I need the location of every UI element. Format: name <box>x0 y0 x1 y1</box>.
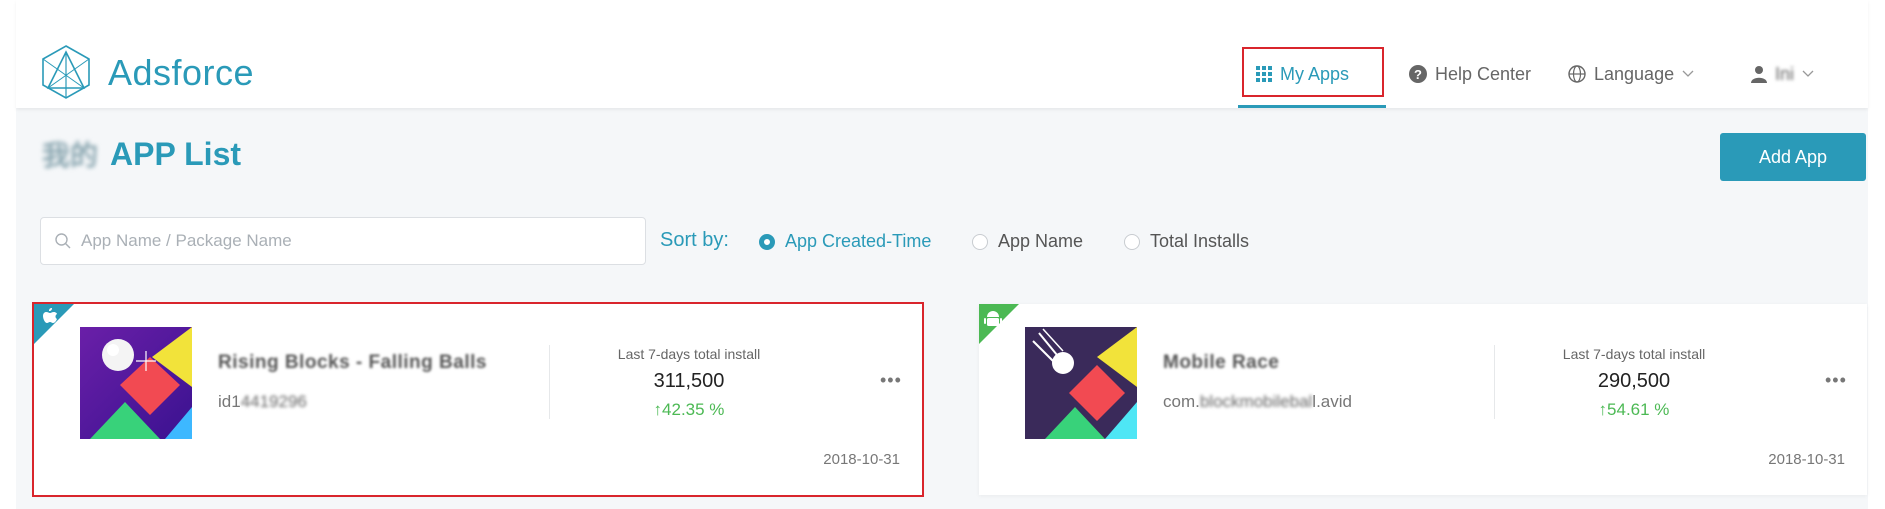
page-title-text: APP List <box>110 135 242 172</box>
nav-language[interactable]: Language <box>1568 60 1694 88</box>
app-card[interactable]: Mobile Race com.blockmobileball.avid Las… <box>979 304 1867 495</box>
growth-indicator: ↑54.61 % <box>1554 400 1714 420</box>
active-tab-underline <box>1238 105 1386 108</box>
user-name: Ini <box>1775 63 1795 84</box>
sort-option-label: App Name <box>998 231 1084 251</box>
brand-name[interactable]: Adsforce <box>108 52 254 94</box>
sort-option-total-installs[interactable]: Total Installs <box>1124 231 1249 252</box>
radio-unselected-icon <box>972 233 988 250</box>
app-name[interactable]: Rising Blocks - Falling Balls <box>218 352 487 374</box>
add-app-button[interactable]: Add App <box>1720 133 1866 181</box>
search-box[interactable] <box>40 217 646 265</box>
user-icon <box>1751 66 1767 83</box>
app-id: com.blockmobileball.avid <box>1163 392 1352 412</box>
nav-my-apps[interactable]: My Apps <box>1256 60 1349 88</box>
created-date: 2018-10-31 <box>823 451 900 468</box>
page-title-prefix: 我的 <box>42 140 99 171</box>
page-title: 我的 APP List <box>42 134 241 174</box>
nav-my-apps-label: My Apps <box>1280 63 1350 84</box>
grid-icon <box>1256 66 1272 82</box>
nav-language-label: Language <box>1594 63 1675 84</box>
android-platform-icon <box>979 304 1019 344</box>
sort-option-created-time[interactable]: App Created-Time <box>759 231 931 252</box>
question-circle-icon: ? <box>1409 65 1427 83</box>
app-id-rest: blockmobilebal <box>1199 392 1313 411</box>
sort-label: Sort by: <box>660 229 729 251</box>
nav-help-center-label: Help Center <box>1435 63 1532 84</box>
app-card[interactable]: Rising Blocks - Falling Balls id14419296… <box>32 302 924 497</box>
svg-text:?: ? <box>1414 67 1422 82</box>
app-name[interactable]: Mobile Race <box>1163 352 1279 374</box>
top-header: Adsforce My Apps ? Help Center Language <box>16 0 1868 108</box>
nav-help-center[interactable]: ? Help Center <box>1409 60 1531 88</box>
app-id-suffix: l.avid <box>1312 392 1352 411</box>
sort-option-app-name[interactable]: App Name <box>972 231 1083 252</box>
app-thumbnail-mobile-race <box>1025 327 1137 439</box>
arrow-up-icon: ↑ <box>653 400 663 419</box>
chevron-down-icon <box>1682 70 1694 77</box>
app-id: id14419296 <box>218 392 307 412</box>
app-thumbnail-rising-blocks <box>80 327 192 439</box>
nav-user-menu[interactable]: Ini <box>1751 60 1814 88</box>
more-options-icon[interactable]: ••• <box>880 370 902 391</box>
search-icon <box>55 233 71 249</box>
installs-label: Last 7-days total install <box>1562 346 1706 362</box>
arrow-up-icon: ↑ <box>1598 400 1608 419</box>
chevron-down-icon <box>1802 70 1814 77</box>
divider <box>1494 345 1495 419</box>
radio-selected-icon <box>759 233 775 250</box>
installs-value: 290,500 <box>1597 370 1671 392</box>
radio-unselected-icon <box>1124 233 1140 250</box>
app-id-prefix: com. <box>1163 392 1200 411</box>
adsforce-logo-icon[interactable] <box>40 44 92 100</box>
sort-option-label: Total Installs <box>1150 231 1250 251</box>
search-input[interactable] <box>79 230 645 252</box>
main-content: 我的 APP List Add App Sort by: App Created… <box>16 108 1868 509</box>
growth-indicator: ↑42.35 % <box>609 400 769 420</box>
installs-value: 311,500 <box>653 370 725 392</box>
growth-value: 54.61 % <box>1607 400 1670 419</box>
globe-icon <box>1568 65 1586 83</box>
sort-option-label: App Created-Time <box>785 231 932 251</box>
created-date: 2018-10-31 <box>1768 451 1845 468</box>
app-id-prefix: id1 <box>218 392 241 411</box>
divider <box>549 345 550 419</box>
installs-label: Last 7-days total install <box>617 346 761 362</box>
app-id-rest: 4419296 <box>240 392 307 411</box>
more-options-icon[interactable]: ••• <box>1825 370 1847 391</box>
apple-platform-icon <box>34 304 74 344</box>
growth-value: 42.35 % <box>662 400 725 419</box>
